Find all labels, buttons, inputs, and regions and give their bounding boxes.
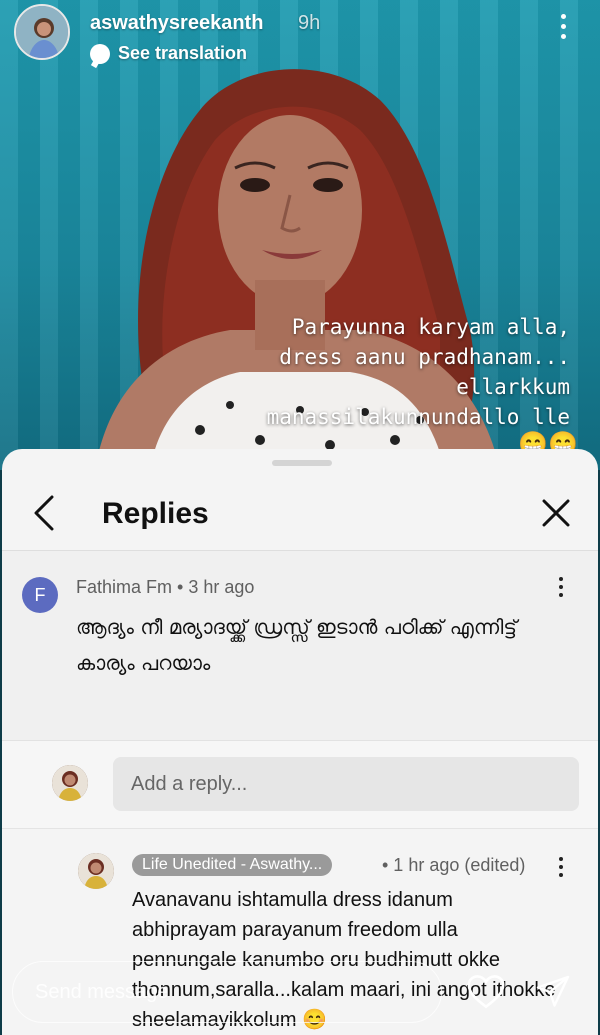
story-media: aswathysreekanth 9h See translation Para… [0,0,600,470]
story-caption: Parayunna karyam alla, dress aanu pradha… [267,312,570,432]
comment-text: ആദ്യം നീ മര്യാദയ്ക്ക് ഡ്രസ്സ് ഇടാൻ പഠിക്… [76,615,517,675]
back-button[interactable] [32,495,62,531]
chevron-left-icon [32,495,62,531]
sheet-drag-handle[interactable] [272,460,332,466]
story-header: aswathysreekanth 9h See translation [0,0,600,80]
story-username[interactable]: aswathysreekanth [90,12,263,35]
caption-line: ellarkkum [456,375,570,399]
avatar [52,765,88,801]
author-badge[interactable]: Life Unedited - Aswathy... [132,854,333,876]
page-title: Replies [102,497,209,530]
heart-outline-icon [466,975,506,1014]
caption-line: manassilakunnundallo lle [266,405,570,429]
reply-composer [2,741,598,829]
story-author-avatar[interactable] [14,4,70,60]
paper-plane-icon [534,975,572,1014]
close-button[interactable] [540,497,572,529]
sheet-header: Replies [2,473,598,551]
avatar[interactable]: F [22,577,58,613]
like-story-button[interactable] [466,974,506,1010]
comment-meta: Fathima Fm • 3 hr ago [76,577,255,597]
comment-more-options-icon[interactable] [556,577,566,601]
speech-bubble-icon [90,43,110,64]
see-translation-button[interactable]: See translation [90,43,247,64]
share-button[interactable] [534,974,572,1010]
story-time: 9h [298,12,321,34]
story-more-options-icon[interactable] [556,14,570,44]
parent-comment: F Fathima Fm • 3 hr ago ആദ്യം നീ മര്യാദയ… [2,551,598,819]
reply-input[interactable] [113,757,579,811]
reply-more-options-icon[interactable] [556,857,566,881]
avatar[interactable] [78,853,114,889]
close-icon [540,497,572,529]
caption-line: Parayunna karyam alla, [291,315,570,339]
reply-meta: • 1 hr ago (edited) [382,855,526,875]
send-message-input[interactable] [12,961,442,1023]
replies-sheet: Replies F Fathima Fm • 3 hr ago ആദ്യം നീ… [2,449,598,1035]
see-translation-label: See translation [118,43,248,63]
caption-line: dress aanu pradhanam... [279,345,570,369]
